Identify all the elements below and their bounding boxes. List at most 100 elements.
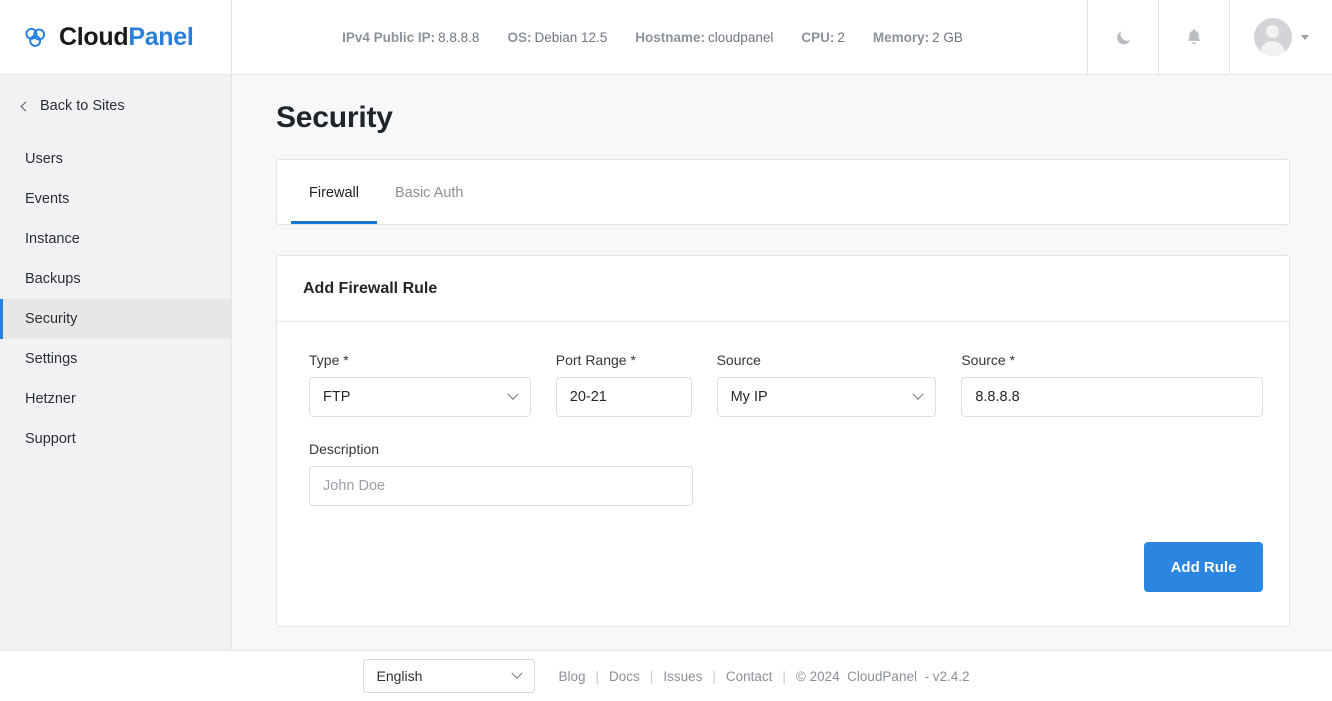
source-kind-value: My IP — [731, 389, 768, 405]
field-source-value: Source * 8.8.8.8 — [961, 352, 1263, 417]
sidebar-item-instance[interactable]: Instance — [0, 219, 231, 259]
chevron-down-icon — [913, 389, 924, 400]
source-value-input[interactable]: 8.8.8.8 — [961, 377, 1263, 417]
avatar-body — [1260, 41, 1285, 56]
port-range-label: Port Range * — [556, 352, 692, 368]
language-select[interactable]: English — [363, 659, 535, 693]
dark-mode-toggle[interactable] — [1087, 0, 1158, 74]
stat-ipv4: IPv4 Public IP:8.8.8.8 — [342, 30, 479, 45]
field-source-kind: Source My IP — [717, 352, 937, 417]
footer-separator: | — [712, 669, 716, 684]
back-to-sites-link[interactable]: Back to Sites — [0, 89, 231, 123]
tab-label: Basic Auth — [395, 185, 464, 201]
add-firewall-rule-card: Add Firewall Rule Type * FTP Port Ran — [276, 255, 1290, 627]
tab-firewall[interactable]: Firewall — [291, 160, 377, 224]
footer-link-blog[interactable]: Blog — [559, 669, 586, 684]
description-input[interactable]: John Doe — [309, 466, 693, 506]
sidebar-item-security[interactable]: Security — [0, 299, 231, 339]
footer-link-contact[interactable]: Contact — [726, 669, 773, 684]
card-actions: Add Rule — [309, 542, 1263, 592]
stat-ipv4-value: 8.8.8.8 — [438, 30, 479, 45]
field-port-range: Port Range * 20-21 — [556, 352, 692, 417]
footer-bar: English Blog | Docs | Issues | Contact |… — [0, 650, 1332, 701]
back-to-sites-label: Back to Sites — [40, 98, 125, 114]
stat-os: OS:Debian 12.5 — [507, 30, 607, 45]
footer-link-docs[interactable]: Docs — [609, 669, 640, 684]
description-label: Description — [309, 441, 693, 457]
card-body: Type * FTP Port Range * 20-21 — [277, 322, 1289, 626]
tab-label: Firewall — [309, 185, 359, 201]
chevron-left-icon — [21, 101, 31, 111]
field-type: Type * FTP — [309, 352, 531, 417]
port-range-input[interactable]: 20-21 — [556, 377, 692, 417]
stat-hostname-value: cloudpanel — [708, 30, 773, 45]
language-select-value: English — [377, 668, 423, 684]
brand-logo-area[interactable]: CloudPanel — [0, 0, 232, 74]
system-info-bar: IPv4 Public IP:8.8.8.8 OS:Debian 12.5 Ho… — [232, 0, 1087, 74]
brand-name-second: Panel — [128, 23, 193, 51]
body-wrapper: Back to Sites Users Events Instance Back… — [0, 75, 1332, 650]
stat-ipv4-label: IPv4 Public IP: — [342, 30, 435, 45]
user-avatar-icon — [1254, 18, 1292, 56]
avatar-head — [1266, 25, 1279, 38]
top-header-bar: CloudPanel IPv4 Public IP:8.8.8.8 OS:Deb… — [0, 0, 1332, 75]
stat-memory-label: Memory: — [873, 30, 929, 45]
source-value-text: 8.8.8.8 — [975, 389, 1019, 405]
stat-os-label: OS: — [507, 30, 531, 45]
footer-copyright: © 2024 CloudPanel - v2.4.2 — [796, 669, 970, 684]
type-select[interactable]: FTP — [309, 377, 531, 417]
stat-os-value: Debian 12.5 — [534, 30, 607, 45]
user-menu[interactable] — [1229, 0, 1332, 74]
tab-list: Firewall Basic Auth — [277, 160, 1289, 224]
sidebar-item-support[interactable]: Support — [0, 419, 231, 459]
sidebar-item-label: Settings — [25, 351, 77, 367]
footer-separator: | — [782, 669, 786, 684]
chevron-down-icon — [511, 668, 522, 679]
footer-separator: | — [596, 669, 600, 684]
sidebar-item-label: Backups — [25, 271, 81, 287]
sidebar-item-label: Events — [25, 191, 69, 207]
type-select-value: FTP — [323, 389, 350, 405]
add-rule-button[interactable]: Add Rule — [1144, 542, 1263, 592]
sidebar-item-backups[interactable]: Backups — [0, 259, 231, 299]
stat-hostname: Hostname:cloudpanel — [635, 30, 773, 45]
sidebar-item-label: Security — [25, 311, 77, 327]
sidebar-nav: Users Events Instance Backups Security S… — [0, 139, 231, 459]
sidebar-item-settings[interactable]: Settings — [0, 339, 231, 379]
type-label: Type * — [309, 352, 531, 368]
card-header: Add Firewall Rule — [277, 256, 1289, 322]
tab-basic-auth[interactable]: Basic Auth — [377, 160, 482, 224]
notifications-button[interactable] — [1158, 0, 1229, 74]
stat-cpu-value: 2 — [837, 30, 845, 45]
sidebar-item-label: Instance — [25, 231, 80, 247]
page-title: Security — [276, 101, 1290, 135]
footer-link-issues[interactable]: Issues — [663, 669, 702, 684]
sidebar: Back to Sites Users Events Instance Back… — [0, 75, 232, 650]
form-row-description: Description John Doe — [309, 441, 1263, 506]
port-range-value: 20-21 — [570, 389, 607, 405]
stat-cpu: CPU:2 — [801, 30, 845, 45]
sidebar-item-label: Hetzner — [25, 391, 76, 407]
brand-name: CloudPanel — [59, 23, 194, 52]
description-placeholder: John Doe — [323, 478, 385, 494]
stat-hostname-label: Hostname: — [635, 30, 705, 45]
footer-separator: | — [650, 669, 654, 684]
card-title: Add Firewall Rule — [303, 280, 1263, 298]
source-kind-select[interactable]: My IP — [717, 377, 937, 417]
sidebar-item-label: Support — [25, 431, 76, 447]
source-value-label: Source * — [961, 352, 1263, 368]
main-content: Security Firewall Basic Auth Add Firewal… — [232, 75, 1332, 650]
brand-name-first: Cloud — [59, 23, 128, 51]
sidebar-item-label: Users — [25, 151, 63, 167]
sidebar-item-users[interactable]: Users — [0, 139, 231, 179]
source-kind-label: Source — [717, 352, 937, 368]
caret-down-icon — [1301, 35, 1309, 40]
tabs-card: Firewall Basic Auth — [276, 159, 1290, 225]
field-description: Description John Doe — [309, 441, 693, 506]
sidebar-item-events[interactable]: Events — [0, 179, 231, 219]
bell-icon — [1184, 27, 1204, 47]
stat-memory: Memory:2 GB — [873, 30, 963, 45]
chevron-down-icon — [507, 389, 518, 400]
form-row-primary: Type * FTP Port Range * 20-21 — [309, 352, 1263, 417]
sidebar-item-hetzner[interactable]: Hetzner — [0, 379, 231, 419]
